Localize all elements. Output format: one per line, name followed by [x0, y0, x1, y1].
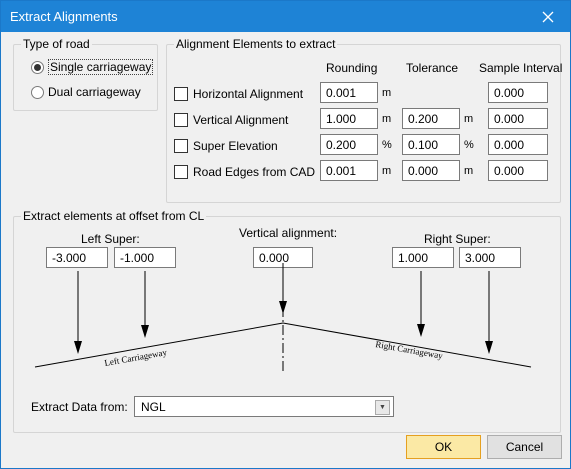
- single-carriageway-label: Single carriageway: [48, 59, 154, 75]
- vertical-rounding-input[interactable]: 1.000: [320, 108, 378, 129]
- rounding-column-header: Rounding: [326, 61, 378, 75]
- right-super-inner-input[interactable]: 1.000: [392, 247, 454, 268]
- right-super-label: Right Super:: [424, 232, 491, 246]
- vertical-sample-input[interactable]: 0.000: [488, 108, 548, 129]
- super-tolerance-input[interactable]: 0.100: [402, 134, 460, 155]
- checkbox-icon: [174, 165, 188, 179]
- sample-interval-column-header: Sample Interval: [479, 61, 563, 75]
- road-edges-rounding-unit: m: [382, 165, 392, 177]
- super-tolerance-unit: %: [464, 139, 474, 151]
- super-sample-input[interactable]: 0.000: [488, 134, 548, 155]
- road-edges-label: Road Edges from CAD: [193, 165, 316, 179]
- vertical-tolerance-unit: m: [464, 113, 474, 125]
- vertical-rounding-unit: m: [382, 113, 392, 125]
- single-carriageway-radio[interactable]: Single carriageway: [31, 59, 154, 75]
- ok-button[interactable]: OK: [406, 435, 481, 459]
- road-edges-checkbox[interactable]: Road Edges from CAD: [174, 165, 315, 179]
- title-bar: Extract Alignments: [1, 1, 570, 32]
- road-edges-tolerance-unit: m: [464, 165, 474, 177]
- horizontal-alignment-label: Horizontal Alignment: [193, 87, 304, 101]
- super-elevation-checkbox[interactable]: Super Elevation: [174, 139, 278, 153]
- dual-carriageway-label: Dual carriageway: [48, 85, 141, 99]
- super-rounding-input[interactable]: 0.200: [320, 134, 378, 155]
- horizontal-sample-input[interactable]: 0.000: [488, 82, 548, 103]
- dual-carriageway-radio[interactable]: Dual carriageway: [31, 85, 141, 99]
- checkbox-icon: [174, 139, 188, 153]
- radio-icon-checked: [31, 60, 44, 74]
- horizontal-rounding-unit: m: [382, 87, 392, 99]
- super-rounding-unit: %: [382, 139, 392, 151]
- right-super-outer-input[interactable]: 3.000: [459, 247, 521, 268]
- checkbox-icon: [174, 87, 188, 101]
- road-edges-rounding-input[interactable]: 0.001: [320, 160, 378, 181]
- vertical-alignment-label: Vertical Alignment: [193, 113, 289, 127]
- left-super-label: Left Super:: [81, 232, 140, 246]
- cancel-button[interactable]: Cancel: [487, 435, 562, 459]
- close-button[interactable]: [526, 1, 570, 32]
- tolerance-column-header: Tolerance: [406, 61, 459, 75]
- extract-alignments-dialog: Extract Alignments Type of road Single c…: [0, 0, 571, 469]
- extract-data-from-select[interactable]: NGL ▼: [134, 396, 394, 417]
- vertical-alignment-offset-label: Vertical alignment:: [239, 226, 338, 240]
- checkbox-icon: [174, 113, 188, 127]
- vertical-alignment-offset-input[interactable]: 0.000: [253, 247, 313, 268]
- left-super-outer-input[interactable]: -3.000: [46, 247, 108, 268]
- alignment-elements-legend: Alignment Elements to extract: [174, 37, 338, 51]
- extract-data-from-value: NGL: [141, 400, 166, 414]
- close-icon: [542, 11, 554, 22]
- offset-legend: Extract elements at offset from CL: [21, 209, 207, 223]
- radio-icon-unchecked: [31, 85, 44, 99]
- vertical-alignment-checkbox[interactable]: Vertical Alignment: [174, 113, 288, 127]
- vertical-tolerance-input[interactable]: 0.200: [402, 108, 460, 129]
- type-of-road-legend: Type of road: [21, 37, 92, 51]
- road-edges-tolerance-input[interactable]: 0.000: [402, 160, 460, 181]
- horizontal-alignment-checkbox[interactable]: Horizontal Alignment: [174, 87, 303, 101]
- horizontal-rounding-input[interactable]: 0.001: [320, 82, 378, 103]
- road-edges-sample-input[interactable]: 0.000: [488, 160, 548, 181]
- window-title: Extract Alignments: [10, 9, 118, 24]
- type-of-road-group: Type of road: [13, 37, 158, 111]
- extract-data-from-label: Extract Data from:: [31, 400, 128, 414]
- chevron-down-icon[interactable]: ▼: [375, 400, 390, 415]
- left-super-inner-input[interactable]: -1.000: [114, 247, 176, 268]
- super-elevation-label: Super Elevation: [193, 139, 278, 153]
